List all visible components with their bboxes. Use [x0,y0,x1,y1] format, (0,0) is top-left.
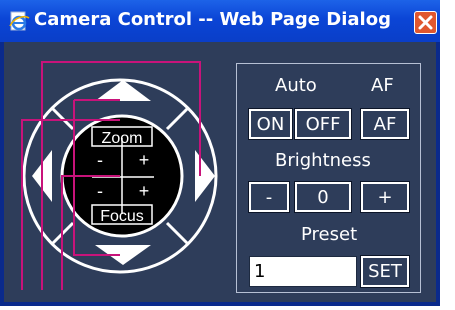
title-bar[interactable]: Camera Control -- Web Page Dialog [0,0,440,42]
preset-set-button[interactable]: SET [360,255,410,288]
ptz-control-pad: Zoom - + - + Focus [21,61,218,290]
brightness-value: 0 [294,181,352,213]
af-button[interactable]: AF [360,108,410,140]
zoom-label: Zoom [102,130,143,147]
auto-off-button[interactable]: OFF [294,108,352,140]
zoom-plus-button[interactable]: + [139,150,150,170]
focus-label: Focus [100,208,144,225]
window-title: Camera Control -- Web Page Dialog [34,9,391,30]
brightness-minus-button[interactable]: - [248,181,290,213]
brightness-plus-button[interactable]: + [360,181,410,213]
brightness-label: Brightness [275,150,371,171]
preset-input[interactable]: 1 [249,256,357,287]
close-button[interactable] [414,11,437,34]
focus-minus-button[interactable]: - [97,181,103,201]
auto-label: Auto [275,75,317,96]
focus-plus-button[interactable]: + [139,181,150,201]
ie-page-icon [9,11,30,31]
auto-on-button[interactable]: ON [248,108,293,140]
af-label: AF [371,75,394,96]
settings-panel: Auto AF ON OFF AF Brightness - 0 + Prese… [236,63,421,293]
preset-label: Preset [301,224,358,245]
zoom-minus-button[interactable]: - [97,150,103,170]
close-icon [418,15,433,30]
